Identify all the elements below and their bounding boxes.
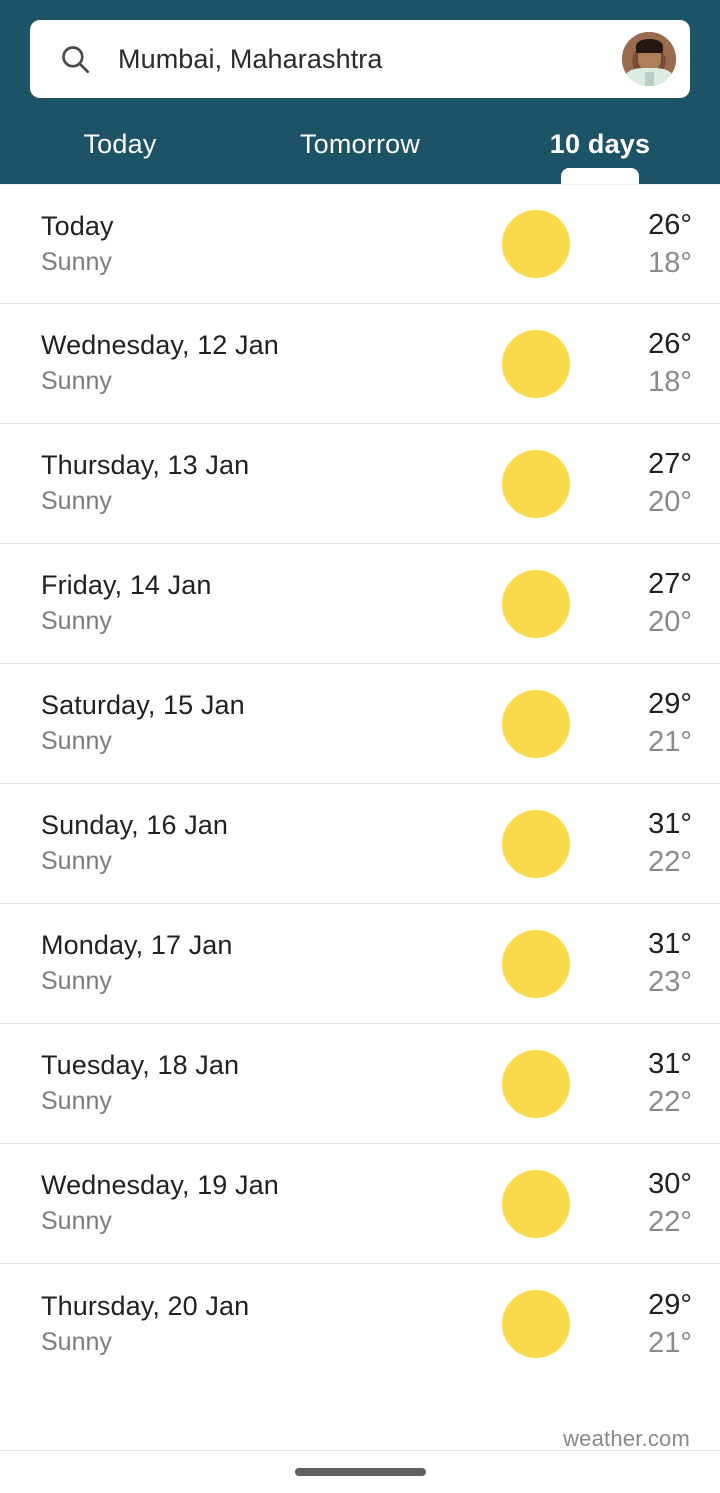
temp-low: 21° (648, 726, 692, 758)
temp-low: 18° (648, 246, 692, 279)
sun-icon (502, 1169, 570, 1238)
search-icon (62, 46, 90, 74)
row-text: Today Sunny (41, 210, 502, 276)
day-label: Saturday, 15 Jan (41, 690, 245, 721)
condition-label: Sunny (41, 367, 112, 396)
row-text: Tuesday, 18 Jan Sunny (41, 1051, 502, 1115)
temp-low: 22° (648, 846, 692, 878)
avatar-collar (645, 72, 654, 86)
row-text: Wednesday, 12 Jan Sunny (41, 331, 502, 395)
day-label: Sunday, 16 Jan (41, 810, 229, 841)
day-label: Thursday, 20 Jan (41, 1290, 250, 1321)
list-item[interactable]: Wednesday, 19 Jan Sunny 30° 22° (0, 1144, 720, 1264)
condition-label: Sunny (41, 727, 112, 756)
sun-icon (502, 809, 570, 878)
avatar-hair-top (636, 39, 663, 53)
temp-low: 22° (648, 1086, 692, 1118)
day-label: Wednesday, 19 Jan (41, 1170, 279, 1201)
temp-low: 22° (648, 1206, 692, 1238)
temp-high: 31° (648, 808, 692, 840)
condition-label: Sunny (41, 967, 112, 996)
condition-label: Sunny (41, 1087, 112, 1116)
condition-label: Sunny (41, 487, 112, 516)
row-text: Saturday, 15 Jan Sunny (41, 691, 502, 755)
condition-label: Sunny (41, 847, 112, 876)
tab-10-days[interactable]: 10 days (480, 112, 720, 184)
condition-label: Sunny (41, 1327, 112, 1356)
attribution[interactable]: weather.com (0, 1384, 720, 1452)
temp-low: 18° (648, 366, 692, 398)
temperature-group: 27° 20° (618, 570, 692, 637)
day-label: Tuesday, 18 Jan (41, 1050, 240, 1081)
sun-icon (502, 689, 570, 758)
day-label: Wednesday, 12 Jan (41, 330, 279, 361)
tab-label: Tomorrow (299, 129, 421, 159)
tab-label: Today (83, 129, 157, 159)
sun-icon (502, 1049, 570, 1118)
row-text: Sunday, 16 Jan Sunny (41, 811, 502, 875)
system-nav-bar (0, 1450, 720, 1493)
day-label: Today (41, 210, 114, 241)
temperature-group: 27° 20° (618, 450, 692, 517)
sun-icon (502, 929, 570, 998)
temperature-group: 26° 18° (618, 330, 692, 397)
temp-high: 31° (648, 928, 692, 960)
row-text: Wednesday, 19 Jan Sunny (41, 1171, 502, 1235)
list-item[interactable]: Saturday, 15 Jan Sunny 29° 21° (0, 664, 720, 784)
temp-high: 30° (648, 1168, 692, 1200)
temperature-group: 29° 21° (618, 1288, 692, 1359)
list-item[interactable]: Tuesday, 18 Jan Sunny 31° 22° (0, 1024, 720, 1144)
app-header: Today Tomorrow 10 days (0, 0, 720, 184)
row-text: Thursday, 13 Jan Sunny (41, 451, 502, 515)
temperature-group: 29° 21° (618, 690, 692, 757)
tab-today[interactable]: Today (0, 112, 240, 184)
row-text: Thursday, 20 Jan Sunny (41, 1290, 502, 1356)
temp-high: 26° (648, 208, 692, 241)
sun-icon (502, 210, 570, 278)
tab-bar: Today Tomorrow 10 days (0, 112, 720, 184)
sun-icon (502, 569, 570, 638)
avatar[interactable] (622, 32, 676, 86)
temp-high: 29° (648, 688, 692, 720)
list-item[interactable]: Monday, 17 Jan Sunny 31° 23° (0, 904, 720, 1024)
temp-low: 20° (648, 606, 692, 638)
day-label: Monday, 17 Jan (41, 930, 233, 961)
tab-tomorrow[interactable]: Tomorrow (240, 112, 480, 184)
condition-label: Sunny (41, 1207, 112, 1236)
list-item[interactable]: Friday, 14 Jan Sunny 27° 20° (0, 544, 720, 664)
sun-icon (502, 329, 570, 398)
gesture-home-pill[interactable] (294, 1468, 426, 1476)
temp-low: 23° (648, 966, 692, 998)
list-item[interactable]: Thursday, 13 Jan Sunny 27° 20° (0, 424, 720, 544)
condition-label: Sunny (41, 607, 112, 636)
temp-high: 26° (648, 328, 692, 360)
sun-icon (502, 1290, 570, 1358)
temp-high: 27° (648, 568, 692, 600)
temp-low: 20° (648, 486, 692, 518)
temperature-group: 30° 22° (618, 1170, 692, 1237)
list-item[interactable]: Thursday, 20 Jan Sunny 29° 21° (0, 1264, 720, 1384)
temperature-group: 31° 22° (618, 810, 692, 877)
temperature-group: 31° 23° (618, 930, 692, 997)
forecast-list: Today Sunny 26° 18° Wednesday, 12 Jan Su… (0, 184, 720, 1384)
temperature-group: 26° 18° (618, 208, 692, 279)
list-item[interactable]: Today Sunny 26° 18° (0, 184, 720, 304)
active-tab-indicator (561, 168, 639, 184)
temp-high: 27° (648, 448, 692, 480)
day-label: Friday, 14 Jan (41, 570, 212, 601)
temp-low: 21° (648, 1326, 692, 1359)
search-bar[interactable] (30, 20, 690, 98)
day-label: Thursday, 13 Jan (41, 450, 250, 481)
row-text: Monday, 17 Jan Sunny (41, 931, 502, 995)
condition-label: Sunny (41, 247, 112, 276)
temp-high: 31° (648, 1048, 692, 1080)
search-input[interactable] (118, 43, 622, 75)
list-item[interactable]: Sunday, 16 Jan Sunny 31° 22° (0, 784, 720, 904)
list-item[interactable]: Wednesday, 12 Jan Sunny 26° 18° (0, 304, 720, 424)
temperature-group: 31° 22° (618, 1050, 692, 1117)
temp-high: 29° (648, 1288, 692, 1321)
sun-icon (502, 449, 570, 518)
row-text: Friday, 14 Jan Sunny (41, 571, 502, 635)
tab-label: 10 days (549, 129, 651, 159)
